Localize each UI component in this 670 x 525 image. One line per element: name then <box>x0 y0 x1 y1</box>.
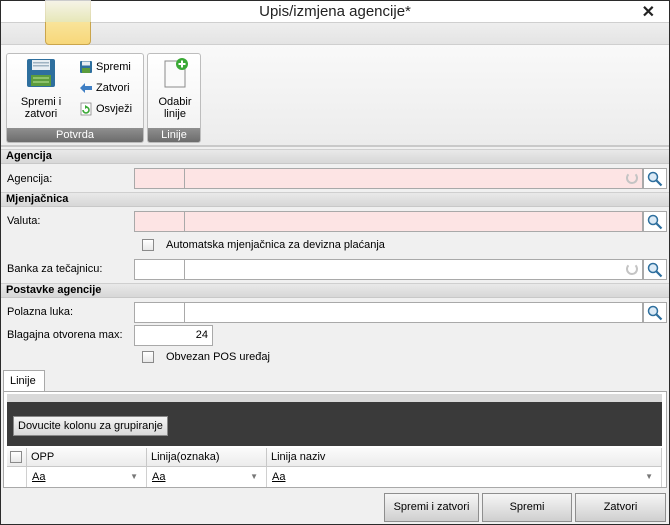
save-ribbon-button[interactable]: Spremi <box>79 59 131 75</box>
save-ribbon-label: Spremi <box>96 61 131 73</box>
auto-exchange-label: Automatska mjenjačnica za devizna plaćan… <box>166 239 385 251</box>
filter-opp[interactable]: Aa ▼ <box>27 467 147 487</box>
tab-linije[interactable]: Linije <box>3 370 45 392</box>
close-icon[interactable]: ✕ <box>642 2 655 22</box>
save-and-close-ribbon-button[interactable]: Spremi i zatvori <box>13 57 69 120</box>
search-icon <box>647 171 663 186</box>
application-menu-tab[interactable] <box>45 0 91 45</box>
floppy-disk-icon <box>27 59 55 87</box>
arrow-left-icon <box>80 83 92 93</box>
filter-linija-naziv-placeholder: Aa <box>272 471 286 483</box>
window-title: Upis/izmjena agencije* <box>259 3 411 20</box>
ribbon-group-label-linije: Linije <box>148 128 200 142</box>
blagajna-max-input[interactable]: 24 <box>134 325 213 346</box>
ribbon-group-label-potvrda: Potvrda <box>7 128 143 142</box>
agencija-search-button[interactable] <box>643 168 667 189</box>
pos-required-checkbox[interactable] <box>142 351 154 363</box>
section-header-mjenjacnica: Mjenjačnica <box>1 192 669 207</box>
valuta-code-input[interactable] <box>134 211 185 232</box>
filter-opp-placeholder: Aa <box>32 471 46 483</box>
filter-linija-oznaka[interactable]: Aa ▼ <box>147 467 267 487</box>
select-lines-ribbon-button[interactable]: Odabir linije <box>152 57 198 120</box>
polazna-luka-search-button[interactable] <box>643 302 667 323</box>
add-document-icon <box>164 58 188 88</box>
close-ribbon-button[interactable]: Zatvori <box>79 80 130 96</box>
search-icon <box>647 214 663 229</box>
filter-linija-naziv[interactable]: Aa ▼ <box>267 467 662 487</box>
ribbon-group-linije: Odabir linije Linije <box>147 53 201 143</box>
ribbon-tab-strip <box>1 23 669 45</box>
reset-icon[interactable] <box>626 263 638 275</box>
select-lines-label-line1: Odabir <box>158 96 192 108</box>
filter-cell-select <box>7 467 27 487</box>
valuta-search-button[interactable] <box>643 211 667 232</box>
close-button[interactable]: Zatvori <box>575 493 666 522</box>
search-icon <box>647 262 663 277</box>
save-button[interactable]: Spremi <box>482 493 572 522</box>
polazna-luka-name-input[interactable] <box>184 302 643 323</box>
save-icon <box>80 61 92 73</box>
ribbon: Spremi i zatvori Spremi Zatvori Osvježi … <box>1 45 669 147</box>
valuta-name-input[interactable] <box>184 211 643 232</box>
banka-name-input[interactable] <box>184 259 643 280</box>
polazna-luka-label: Polazna luka: <box>7 306 74 318</box>
group-by-hint[interactable]: Dovucite kolonu za grupiranje <box>13 416 168 436</box>
banka-search-button[interactable] <box>643 259 667 280</box>
pos-required-label: Obvezan POS uređaj <box>166 351 270 363</box>
refresh-icon <box>80 102 92 116</box>
column-header-linija-naziv[interactable]: Linija naziv <box>267 448 662 467</box>
section-header-agencija: Agencija <box>1 149 669 164</box>
save-and-close-label-line2: zatvori <box>24 108 58 120</box>
close-ribbon-label: Zatvori <box>96 82 130 94</box>
dialog-window: Upis/izmjena agencije* ✕ Spremi i zatvor… <box>0 0 670 525</box>
chevron-down-icon[interactable]: ▼ <box>130 467 138 487</box>
banka-code-input[interactable] <box>134 259 185 280</box>
ribbon-group-potvrda: Spremi i zatvori Spremi Zatvori Osvježi … <box>6 53 144 143</box>
agencija-name-input[interactable] <box>184 168 643 189</box>
agencija-code-input[interactable] <box>134 168 185 189</box>
reset-icon[interactable] <box>626 172 638 184</box>
blagajna-label: Blagajna otvorena max: <box>7 329 123 341</box>
section-header-postavke: Postavke agencije <box>1 283 669 298</box>
chevron-down-icon[interactable]: ▼ <box>645 467 653 487</box>
select-all-header <box>7 448 27 467</box>
column-header-linija-oznaka[interactable]: Linija(oznaka) <box>147 448 267 467</box>
select-lines-label-line2: linije <box>163 108 186 120</box>
polazna-luka-code-input[interactable] <box>134 302 185 323</box>
select-all-checkbox[interactable] <box>10 451 22 463</box>
auto-exchange-checkbox[interactable] <box>142 239 154 251</box>
banka-label: Banka za tečajnicu: <box>7 263 103 275</box>
save-and-close-label-line1: Spremi i <box>20 96 62 108</box>
agencija-label: Agencija: <box>7 173 53 185</box>
column-header-opp[interactable]: OPP <box>27 448 147 467</box>
search-icon <box>647 305 663 320</box>
refresh-ribbon-button[interactable]: Osvježi <box>79 101 132 117</box>
save-and-close-button[interactable]: Spremi i zatvori <box>384 493 479 522</box>
grid-toolbar <box>7 394 662 402</box>
chevron-down-icon[interactable]: ▼ <box>250 467 258 487</box>
title-bar: Upis/izmjena agencije* ✕ <box>1 1 669 23</box>
valuta-label: Valuta: <box>7 215 41 227</box>
refresh-ribbon-label: Osvježi <box>96 103 133 115</box>
filter-linija-oznaka-placeholder: Aa <box>152 471 166 483</box>
